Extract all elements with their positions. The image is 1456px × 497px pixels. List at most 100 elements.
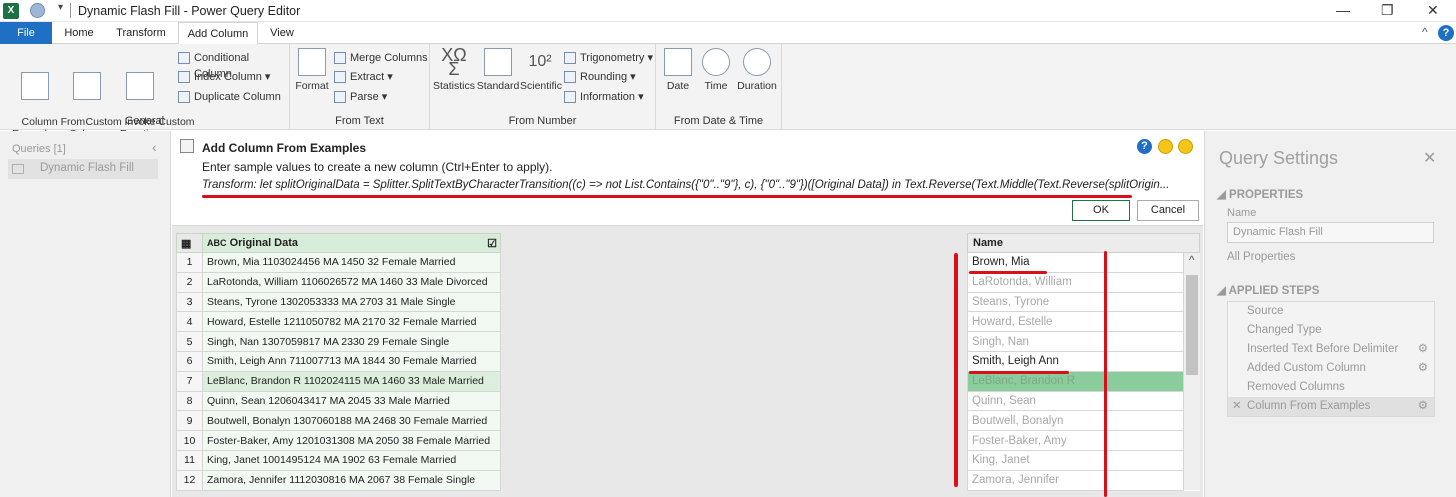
standard-button[interactable]: Standard [476,48,520,92]
parse-button[interactable]: Parse ▾ [334,89,387,105]
restore-button[interactable]: ❐ [1381,2,1394,19]
checkbox-icon[interactable]: ☑ [487,237,497,250]
table-row[interactable]: 12 Zamora, Jennifer 1112030816 MA 2067 38… [176,469,501,491]
vertical-scrollbar[interactable]: ^ [1183,252,1200,491]
merge-columns-button[interactable]: Merge Columns [334,50,428,66]
original-data-cell[interactable]: LeBlanc, Brandon R 1102024115 MA 1460 33… [202,370,501,392]
column-header-original-data[interactable]: ABC Original Data ☑ [202,233,501,253]
original-data-cell[interactable]: Quinn, Sean 1206043417 MA 2045 33 Male M… [202,390,501,412]
tab-file[interactable]: File [0,22,52,44]
original-data-cell[interactable]: King, Janet 1001495124 MA 1902 63 Female… [202,449,501,471]
table-row[interactable]: 7 LeBlanc, Brandon R 1102024115 MA 1460 3… [176,370,501,392]
original-data-cell[interactable]: Brown, Mia 1103024456 MA 1450 32 Female … [202,252,501,273]
query-name-input[interactable]: Dynamic Flash Fill [1227,222,1434,243]
information-button[interactable]: Information ▾ [564,89,644,105]
applied-step[interactable]: Inserted Text Before Delimiter ⚙ [1228,340,1434,359]
trigonometry-button[interactable]: Trigonometry ▾ [564,50,653,66]
duplicate-column-button[interactable]: Duplicate Column [178,89,281,105]
collapse-ribbon-icon[interactable]: ^ [1422,25,1428,39]
name-example-cell[interactable]: Smith, Leigh Ann [967,350,1184,372]
table-row[interactable]: LaRotonda, William [967,271,1200,293]
cancel-button[interactable]: Cancel [1137,200,1199,221]
table-row[interactable]: Zamora, Jennifer [967,469,1200,491]
conditional-column-button[interactable]: Conditional Column [178,50,289,80]
scientific-button[interactable]: 10² Scientific [520,48,562,92]
table-row[interactable]: 11 King, Janet 1001495124 MA 1902 63 Fema… [176,449,501,471]
properties-header[interactable]: ◢ PROPERTIES [1217,187,1303,201]
table-row[interactable]: 5 Singh, Nan 1307059817 MA 2330 29 Female… [176,331,501,352]
quick-access-dropdown-icon[interactable]: ▾ [58,2,63,13]
table-row[interactable]: 3 Steans, Tyrone 1302053333 MA 2703 31 Ma… [176,291,501,313]
table-row[interactable]: 1 Brown, Mia 1103024456 MA 1450 32 Female… [176,252,501,273]
name-example-cell[interactable]: Brown, Mia [967,252,1184,273]
name-example-cell[interactable]: Boutwell, Bonalyn [967,410,1184,432]
minimize-button[interactable]: — [1336,2,1350,18]
name-example-cell[interactable]: King, Janet [967,449,1184,471]
original-data-cell[interactable]: Foster-Baker, Amy 1201031308 MA 2050 38 … [202,430,501,451]
scrollbar-thumb[interactable] [1185,275,1198,375]
applied-step[interactable]: ✕ Column From Examples ⚙ [1228,397,1434,416]
applied-step[interactable]: Source [1228,302,1434,321]
table-menu-icon[interactable]: ▦ [176,233,203,253]
help-icon[interactable]: ? [1438,25,1454,41]
table-row[interactable]: Steans, Tyrone [967,291,1200,313]
rounding-button[interactable]: Rounding ▾ [564,69,636,85]
table-row[interactable]: 8 Quinn, Sean 1206043417 MA 2045 33 Male … [176,390,501,412]
close-settings-icon[interactable]: ✕ [1423,148,1436,168]
extract-button[interactable]: Extract ▾ [334,69,393,85]
original-data-cell[interactable]: Singh, Nan 1307059817 MA 2330 29 Female … [202,331,501,352]
all-properties-link[interactable]: All Properties [1227,251,1295,263]
name-example-cell[interactable]: Zamora, Jennifer [967,469,1184,491]
applied-steps-header[interactable]: ◢ APPLIED STEPS [1217,283,1319,297]
tab-add-column[interactable]: Add Column [178,22,258,45]
table-row[interactable]: 2 LaRotonda, William 1106026572 MA 1460 3… [176,271,501,293]
help-icon[interactable]: ? [1137,139,1152,154]
original-data-cell[interactable]: Zamora, Jennifer 1112030816 MA 2067 38 F… [202,469,501,491]
table-row[interactable]: Howard, Estelle [967,311,1200,333]
table-row[interactable]: 6 Smith, Leigh Ann 711007713 MA 1844 30 F… [176,350,501,372]
smile-feedback-icon[interactable] [1158,139,1173,154]
original-data-cell[interactable]: LaRotonda, William 1106026572 MA 1460 33… [202,271,501,293]
original-data-cell[interactable]: Steans, Tyrone 1302053333 MA 2703 31 Mal… [202,291,501,313]
collapse-queries-icon[interactable]: ‹ [152,139,157,155]
table-row[interactable]: Foster-Baker, Amy [967,430,1200,451]
table-row[interactable]: Smith, Leigh Ann [967,350,1200,372]
name-example-cell[interactable]: LaRotonda, William [967,271,1184,293]
delete-step-icon[interactable]: ✕ [1232,397,1242,416]
gear-icon[interactable]: ⚙ [1418,340,1428,359]
name-example-cell[interactable]: Steans, Tyrone [967,291,1184,313]
date-button[interactable]: Date [662,48,694,92]
applied-step[interactable]: Removed Columns [1228,378,1434,397]
name-example-cell[interactable]: Quinn, Sean [967,390,1184,412]
column-header-name[interactable]: Name [967,233,1200,253]
query-item[interactable]: Dynamic Flash Fill [8,159,158,179]
index-column-button[interactable]: Index Column ▾ [178,69,270,85]
table-row[interactable]: Quinn, Sean [967,390,1200,412]
time-button[interactable]: Time [700,48,732,92]
original-data-cell[interactable]: Howard, Estelle 1211050782 MA 2170 32 Fe… [202,311,501,333]
tab-home[interactable]: Home [55,22,103,44]
original-data-cell[interactable]: Boutwell, Bonalyn 1307060188 MA 2468 30 … [202,410,501,432]
smiley-feedback-icon[interactable] [30,3,45,18]
name-example-cell[interactable]: LeBlanc, Brandon R [967,370,1184,392]
close-window-button[interactable]: ✕ [1427,2,1439,19]
table-row[interactable]: 10 Foster-Baker, Amy 1201031308 MA 2050 3… [176,430,501,451]
frown-feedback-icon[interactable] [1178,139,1193,154]
tab-view[interactable]: View [262,22,302,44]
statistics-button[interactable]: XΩ Σ Statistics [432,46,476,92]
applied-step[interactable]: Changed Type [1228,321,1434,340]
duration-button[interactable]: Duration [736,48,778,92]
applied-step[interactable]: Added Custom Column ⚙ [1228,359,1434,378]
table-row[interactable]: 4 Howard, Estelle 1211050782 MA 2170 32 F… [176,311,501,333]
gear-icon[interactable]: ⚙ [1418,397,1428,416]
gear-icon[interactable]: ⚙ [1418,359,1428,378]
ok-button[interactable]: OK [1072,200,1130,221]
name-example-cell[interactable]: Singh, Nan [967,331,1184,352]
original-data-cell[interactable]: Smith, Leigh Ann 711007713 MA 1844 30 Fe… [202,350,501,372]
format-button[interactable]: Format [294,48,330,92]
table-row[interactable]: 9 Boutwell, Bonalyn 1307060188 MA 2468 30… [176,410,501,432]
table-row[interactable]: Singh, Nan [967,331,1200,352]
table-row[interactable]: LeBlanc, Brandon R [967,370,1200,392]
table-row[interactable]: King, Janet [967,449,1200,471]
tab-transform[interactable]: Transform [108,22,174,44]
